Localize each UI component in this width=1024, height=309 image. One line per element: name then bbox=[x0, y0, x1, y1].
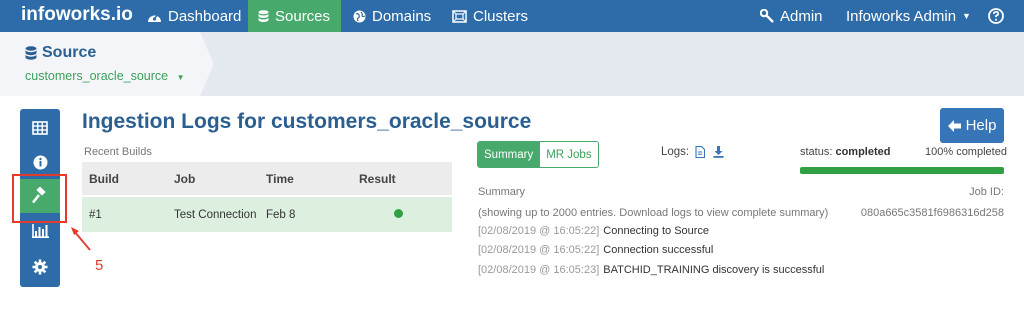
progress-fill bbox=[800, 167, 1004, 174]
column-header-time: Time bbox=[266, 171, 294, 186]
nav-domains-label: Domains bbox=[372, 7, 432, 25]
rail-settings-button[interactable] bbox=[20, 250, 60, 284]
build-result bbox=[359, 208, 452, 221]
chevron-down-icon: ▼ bbox=[176, 73, 185, 82]
help-button-label: Help bbox=[965, 117, 997, 134]
column-header-build: Build bbox=[89, 171, 119, 186]
log-message: Connection successful bbox=[603, 244, 714, 256]
source-selector-label: customers_oracle_source bbox=[25, 69, 169, 83]
log-message: Connecting to Source bbox=[603, 225, 710, 237]
nav-clusters[interactable]: Clusters bbox=[442, 0, 538, 32]
nav-help[interactable] bbox=[978, 0, 1020, 32]
percent-complete: 100% completed bbox=[925, 146, 1007, 158]
nav-domains[interactable]: Domains bbox=[343, 0, 441, 32]
log-timestamp: [02/08/2019 @ 16:05:22] bbox=[478, 225, 600, 237]
breadcrumb-box bbox=[0, 32, 200, 96]
arrow-left-icon bbox=[947, 119, 961, 132]
summary-note: (showing up to 2000 entries. Download lo… bbox=[478, 207, 829, 219]
summary-label: Summary bbox=[478, 186, 526, 198]
column-header-job: Job bbox=[174, 171, 196, 186]
log-message: BATCHID_TRAINING discovery is successful bbox=[603, 264, 825, 276]
job-id-label: Job ID: bbox=[969, 186, 1004, 198]
breadcrumb-arrow bbox=[200, 32, 214, 96]
log-timestamp: [02/08/2019 @ 16:05:22] bbox=[478, 244, 600, 256]
build-number: #1 bbox=[89, 208, 102, 221]
log-timestamp: [02/08/2019 @ 16:05:23] bbox=[478, 264, 600, 276]
nav-sources[interactable]: Sources bbox=[248, 0, 341, 32]
tab-summary[interactable]: Summary bbox=[478, 142, 540, 167]
table-row[interactable]: #1 Test Connection Feb 8 bbox=[82, 197, 452, 232]
log-entry: [02/08/2019 @ 16:05:23] BATCHID_TRAINING … bbox=[478, 264, 824, 276]
page-title: Ingestion Logs for customers_oracle_sour… bbox=[82, 110, 532, 133]
job-id-value: 080a665c3581f6986316d258 bbox=[860, 207, 1004, 219]
gear-icon bbox=[32, 259, 48, 275]
nav-user-menu[interactable]: Infoworks Admin ▼ bbox=[836, 0, 981, 32]
log-entry: [02/08/2019 @ 16:05:22] Connecting to Sou… bbox=[478, 225, 709, 237]
rail-tables-button[interactable] bbox=[20, 111, 60, 145]
source-selector[interactable]: customers_oracle_source ▼ bbox=[25, 69, 185, 83]
chevron-down-icon: ▼ bbox=[962, 11, 971, 21]
log-entry: [02/08/2019 @ 16:05:22] Connection succes… bbox=[478, 244, 713, 256]
brand-logo[interactable]: infoworks.io bbox=[21, 4, 133, 26]
globe-icon bbox=[353, 10, 366, 22]
nav-sources-label: Sources bbox=[275, 7, 331, 25]
column-header-result: Result bbox=[359, 171, 396, 186]
nav-admin[interactable]: Admin bbox=[750, 0, 833, 32]
table-icon bbox=[32, 121, 48, 135]
status-value: completed bbox=[835, 146, 891, 158]
job-name: Test Connection bbox=[174, 208, 257, 221]
progress-bar bbox=[800, 167, 1004, 174]
nav-clusters-label: Clusters bbox=[473, 7, 529, 25]
recent-builds-caption: Recent Builds bbox=[84, 146, 152, 158]
question-circle-icon bbox=[988, 8, 1004, 24]
nav-admin-label: Admin bbox=[780, 7, 823, 25]
nav-user-label: Infoworks Admin bbox=[846, 7, 957, 25]
top-navbar: infoworks.io Dashboard Sources Domains C… bbox=[0, 0, 1024, 32]
wrench-icon bbox=[760, 9, 774, 23]
logs-controls: Logs: bbox=[661, 146, 724, 158]
nav-dashboard[interactable]: Dashboard bbox=[137, 0, 251, 32]
job-status: status: completed bbox=[800, 146, 890, 158]
file-icon[interactable] bbox=[695, 146, 706, 158]
download-icon[interactable] bbox=[713, 146, 724, 158]
build-time: Feb 8 bbox=[266, 208, 296, 221]
annotation-number: 5 bbox=[95, 257, 104, 274]
database-icon bbox=[25, 45, 37, 60]
success-status-icon bbox=[394, 208, 403, 218]
dashboard-icon bbox=[148, 13, 161, 22]
tab-mr-jobs[interactable]: MR Jobs bbox=[539, 142, 598, 167]
builds-table: Build Job Time Result #1 Test Connection… bbox=[82, 162, 452, 232]
status-prefix: status: bbox=[800, 146, 833, 158]
help-button[interactable]: Help bbox=[940, 108, 1004, 143]
table-header: Build Job Time Result bbox=[82, 162, 452, 195]
nav-dashboard-label: Dashboard bbox=[168, 7, 242, 25]
details-tabs: Summary MR Jobs bbox=[477, 141, 599, 168]
info-icon bbox=[33, 155, 47, 169]
annotation-highlight-box bbox=[12, 174, 67, 223]
logs-label: Logs: bbox=[661, 146, 690, 158]
database-icon bbox=[258, 9, 269, 22]
breadcrumb-title: Source bbox=[25, 44, 96, 62]
breadcrumb-title-label: Source bbox=[42, 44, 97, 61]
breadcrumb: Source customers_oracle_source ▼ bbox=[0, 32, 1024, 96]
cluster-icon bbox=[452, 9, 467, 23]
bar-chart-icon bbox=[31, 224, 49, 238]
